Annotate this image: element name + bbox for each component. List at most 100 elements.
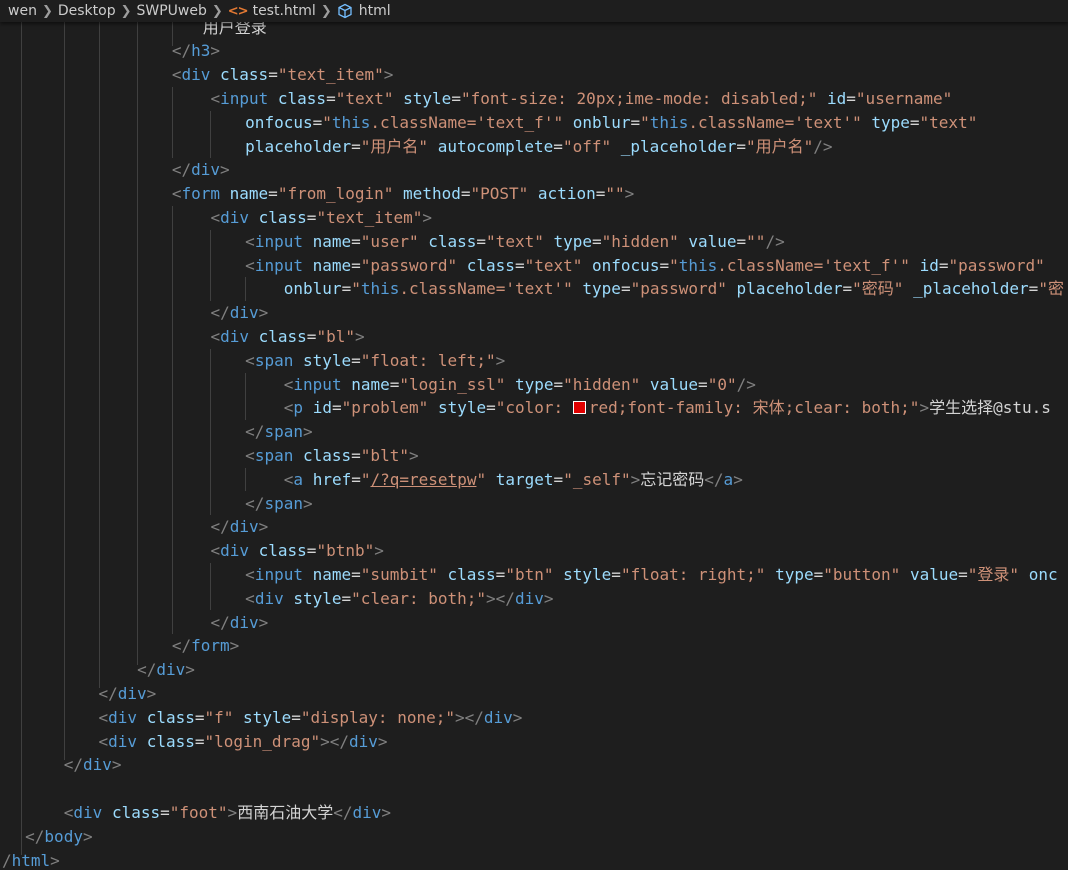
code-keyword: this bbox=[360, 279, 400, 299]
code-tag-name: div bbox=[220, 541, 249, 561]
code-string: "username" bbox=[855, 88, 953, 108]
code-equals: = bbox=[291, 707, 301, 727]
code-attribute: value bbox=[688, 231, 737, 251]
code-line[interactable]: </form> bbox=[172, 634, 239, 658]
breadcrumb-symbol[interactable]: html bbox=[359, 3, 391, 19]
code-equals: = bbox=[160, 802, 170, 822]
code-line[interactable]: <a href="/?q=resetpw" target="_self">忘记密… bbox=[284, 468, 743, 492]
code-string: "text_item" bbox=[277, 65, 384, 85]
breadcrumb-folder-desktop[interactable]: Desktop bbox=[58, 3, 116, 19]
color-swatch-icon[interactable] bbox=[572, 401, 586, 415]
code-line[interactable]: /html> bbox=[2, 849, 60, 870]
code-line[interactable]: <div style="clear: both;"></div> bbox=[245, 587, 553, 611]
code-keyword: this bbox=[331, 112, 371, 132]
code-attribute: style bbox=[243, 707, 292, 727]
code-line[interactable]: <input class="text" style="font-size: 20… bbox=[210, 87, 952, 111]
code-line[interactable]: <div class="text_item"> bbox=[172, 63, 394, 87]
code-line[interactable]: </div> bbox=[137, 658, 195, 682]
code-equals: = bbox=[389, 374, 400, 394]
code-line[interactable]: <input name="user" class="text" type="hi… bbox=[245, 230, 785, 254]
code-punctuation: ></ bbox=[454, 707, 484, 727]
code-line[interactable]: </div> bbox=[210, 301, 268, 325]
code-attribute: value bbox=[909, 564, 959, 584]
code-attribute: name bbox=[229, 184, 269, 204]
code-attribute: name bbox=[351, 374, 390, 394]
code-line[interactable]: <div class="bl"> bbox=[210, 325, 364, 349]
code-line[interactable]: <span style="float: left;"> bbox=[245, 349, 505, 373]
code-tag-name: div bbox=[220, 326, 249, 346]
code-punctuation: < bbox=[210, 207, 221, 227]
code-equals: = bbox=[592, 231, 602, 251]
code-line[interactable]: </div> bbox=[99, 682, 157, 706]
code-line[interactable]: <p id="problem" style="color: red;font-f… bbox=[284, 396, 1051, 420]
code-line[interactable]: </div> bbox=[172, 158, 230, 182]
breadcrumb-folder-wen[interactable]: wen bbox=[8, 3, 37, 19]
code-attribute: class bbox=[277, 88, 327, 108]
code-tag-name: div bbox=[483, 707, 513, 727]
code-punctuation: < bbox=[98, 731, 109, 751]
code-string: "sumbit" bbox=[360, 564, 438, 584]
code-line[interactable]: <form name="from_login" method="POST" ac… bbox=[172, 182, 634, 206]
code-punctuation: </ bbox=[210, 517, 230, 537]
code-line[interactable]: </div> bbox=[210, 515, 268, 539]
code-line[interactable]: onfocus="this.className='text_f'" onblur… bbox=[245, 111, 977, 135]
code-line[interactable]: <div class="login_drag"></div> bbox=[99, 730, 388, 754]
code-line[interactable]: onblur="this.className='text'" type="pas… bbox=[284, 277, 1064, 301]
code-attribute: target bbox=[495, 469, 554, 489]
code-link[interactable]: /?q=resetpw bbox=[371, 470, 477, 489]
code-punctuation: ></ bbox=[320, 731, 349, 751]
code-punctuation: / bbox=[2, 850, 12, 870]
breadcrumb-folder-swpuweb[interactable]: SWPUweb bbox=[137, 3, 207, 19]
indent-guide bbox=[210, 110, 212, 159]
code-line[interactable]: </div> bbox=[210, 611, 268, 635]
code-punctuation: </ bbox=[137, 660, 157, 680]
code-keyword: this bbox=[678, 255, 718, 275]
html-file-icon: <> bbox=[227, 3, 249, 19]
code-line[interactable]: </div> bbox=[64, 753, 122, 777]
code-line[interactable]: placeholder="用户名" autocomplete="off" _pl… bbox=[245, 135, 832, 159]
code-line[interactable]: <div class="btnb"> bbox=[210, 539, 383, 563]
code-editor[interactable]: 用户登录 </h3> <div class="text_item"> <input c… bbox=[0, 0, 1068, 870]
breadcrumb-file[interactable]: test.html bbox=[253, 3, 316, 19]
code-line[interactable]: <input name="sumbit" class="btn" style="… bbox=[245, 563, 1057, 587]
code-attribute: _placeholder bbox=[620, 136, 737, 156]
code-punctuation: > bbox=[50, 850, 60, 870]
code-attribute: class bbox=[220, 65, 269, 85]
code-tag-name: div bbox=[352, 802, 382, 822]
code-line[interactable]: </span> bbox=[245, 492, 312, 516]
code-string: "用户名" bbox=[360, 136, 429, 156]
code-punctuation: </ bbox=[25, 826, 45, 846]
code-equals: = bbox=[306, 326, 317, 346]
code-line[interactable]: <span class="blt"> bbox=[245, 444, 418, 468]
code-attribute: type bbox=[582, 279, 621, 299]
code-punctuation: > bbox=[258, 303, 269, 323]
code-attribute: class bbox=[302, 445, 352, 465]
code-string: "foot" bbox=[169, 802, 228, 822]
code-punctuation: > bbox=[919, 398, 930, 418]
code-line[interactable]: <div class="text_item"> bbox=[210, 206, 432, 230]
code-punctuation: < bbox=[245, 255, 255, 275]
code-string: "from_login" bbox=[277, 184, 394, 204]
code-line[interactable]: <input name="password" class="text" onfo… bbox=[245, 254, 1045, 278]
code-line[interactable]: <div class="f" style="display: none;"></… bbox=[99, 706, 523, 730]
code-attribute: type bbox=[871, 112, 910, 132]
code-equals: = bbox=[351, 469, 361, 489]
code-line[interactable]: </h3> bbox=[172, 39, 220, 63]
code-attribute: class bbox=[111, 802, 161, 822]
code-tag-name: input bbox=[254, 231, 303, 251]
code-area[interactable]: 用户登录 </h3> <div class="text_item"> <input c… bbox=[0, 0, 1068, 870]
code-line[interactable]: <input name="login_ssl" type="hidden" va… bbox=[284, 373, 756, 397]
code-line[interactable]: </body> bbox=[25, 825, 92, 849]
code-punctuation: </ bbox=[210, 612, 230, 632]
code-line[interactable]: <div class="foot">西南石油大学</div> bbox=[64, 801, 391, 825]
code-line[interactable]: </span> bbox=[245, 420, 312, 444]
